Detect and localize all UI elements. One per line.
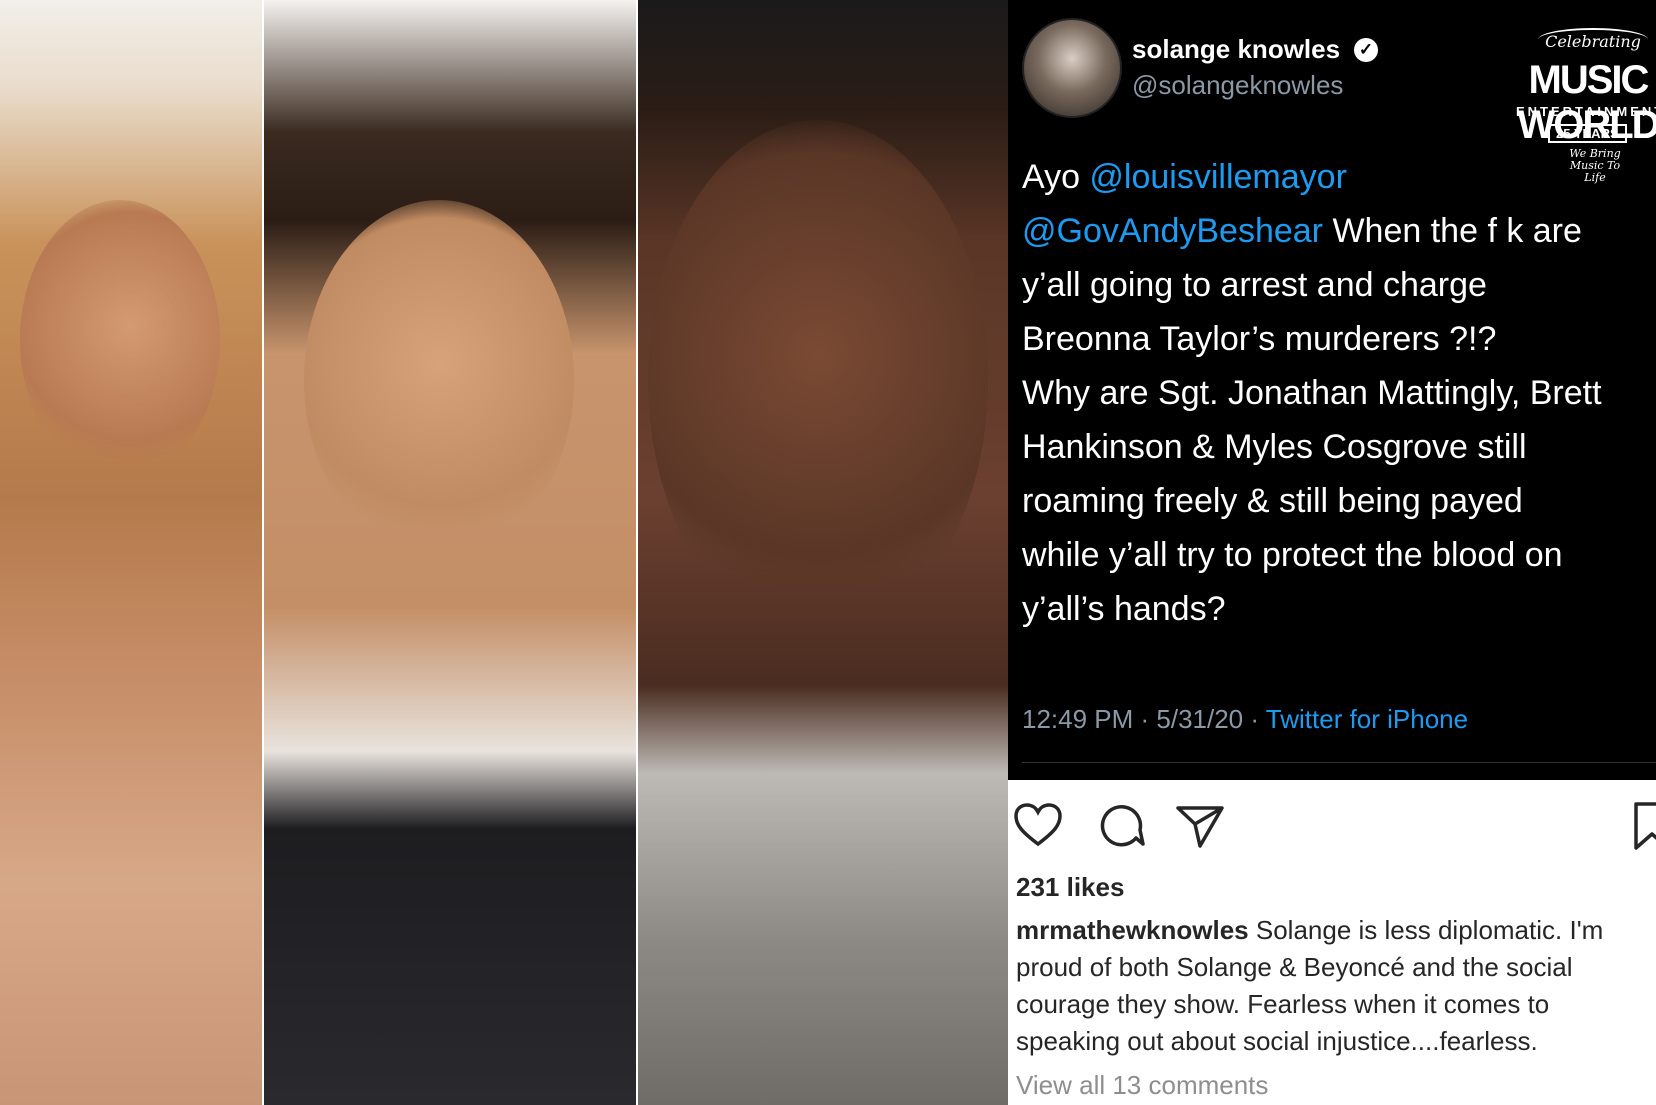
tweet-text: roaming freely & still being payed	[1022, 482, 1523, 520]
view-comments-link[interactable]: View all 13 comments	[1016, 1070, 1268, 1101]
tweet-body-line: Hankinson & Myles Cosgrove still	[1022, 420, 1656, 474]
tweet-body: Ayo @louisvillemayor @GovAndyBeshear When…	[1022, 150, 1656, 636]
avatar[interactable]	[1022, 18, 1122, 118]
post-caption: mrmathewknowles Solange is less diplomat…	[1016, 912, 1646, 1060]
photo-portrait-1	[0, 0, 262, 1105]
tweet-text: Hankinson & Myles Cosgrove still	[1022, 428, 1527, 466]
logo-celebrating: Celebrating	[1538, 28, 1648, 51]
tweet-body-line: Why are Sgt. Jonathan Mattingly, Brett	[1022, 366, 1656, 420]
tweet-body-line: y’all’s hands?	[1022, 582, 1656, 636]
mention-link[interactable]: @louisvillemayor	[1089, 158, 1346, 196]
photo-portrait-3	[638, 0, 1008, 1105]
tweet-text: When the f k are	[1323, 212, 1582, 250]
tweet-timestamp[interactable]: 12:49 PM · 5/31/20 ·	[1022, 704, 1266, 734]
tweet-body-line: @GovAndyBeshear When the f k are	[1022, 204, 1656, 258]
tweet-handle[interactable]: @solangeknowles	[1132, 70, 1343, 101]
mention-link[interactable]: @GovAndyBeshear	[1022, 212, 1323, 250]
logo-subtitle: ENTERTAINMENT	[1516, 104, 1656, 119]
tweet-text: Breonna Taylor’s murderers ?!?	[1022, 320, 1497, 358]
bookmark-icon[interactable]	[1628, 800, 1656, 852]
verified-badge-icon: ✓	[1354, 38, 1378, 62]
tweet-text: y’all going to arrest and charge	[1022, 266, 1487, 304]
logo-years: 25 YEARS	[1548, 124, 1627, 143]
tweet-body-line: roaming freely & still being payed	[1022, 474, 1656, 528]
heart-icon[interactable]	[1012, 800, 1064, 852]
tweet-card: solange knowles ✓ @solangeknowles Celebr…	[1008, 0, 1656, 780]
share-icon[interactable]	[1174, 800, 1226, 852]
divider	[1022, 762, 1656, 763]
tweet-body-line: Ayo @louisvillemayor	[1022, 150, 1656, 204]
tweet-body-line: Breonna Taylor’s murderers ?!?	[1022, 312, 1656, 366]
photo-portrait-2	[264, 0, 636, 1105]
tweet-source-link[interactable]: Twitter for iPhone	[1266, 704, 1468, 734]
tweet-meta: 12:49 PM · 5/31/20 · Twitter for iPhone	[1022, 704, 1468, 735]
tweet-display-name[interactable]: solange knowles	[1132, 34, 1340, 65]
instagram-post-panel: 231 likes mrmathewknowles Solange is les…	[1008, 780, 1656, 1105]
tweet-body-line: y’all going to arrest and charge	[1022, 258, 1656, 312]
tweet-text: y’all’s hands?	[1022, 590, 1226, 628]
tweet-text: Ayo	[1022, 158, 1090, 196]
likes-count[interactable]: 231 likes	[1016, 872, 1124, 903]
tweet-text: Why are Sgt. Jonathan Mattingly, Brett	[1022, 374, 1602, 412]
caption-username[interactable]: mrmathewknowles	[1016, 915, 1249, 945]
tweet-body-line: while y’all try to protect the blood on	[1022, 528, 1656, 582]
tweet-text: while y’all try to protect the blood on	[1022, 536, 1563, 574]
comment-icon[interactable]	[1096, 800, 1148, 852]
